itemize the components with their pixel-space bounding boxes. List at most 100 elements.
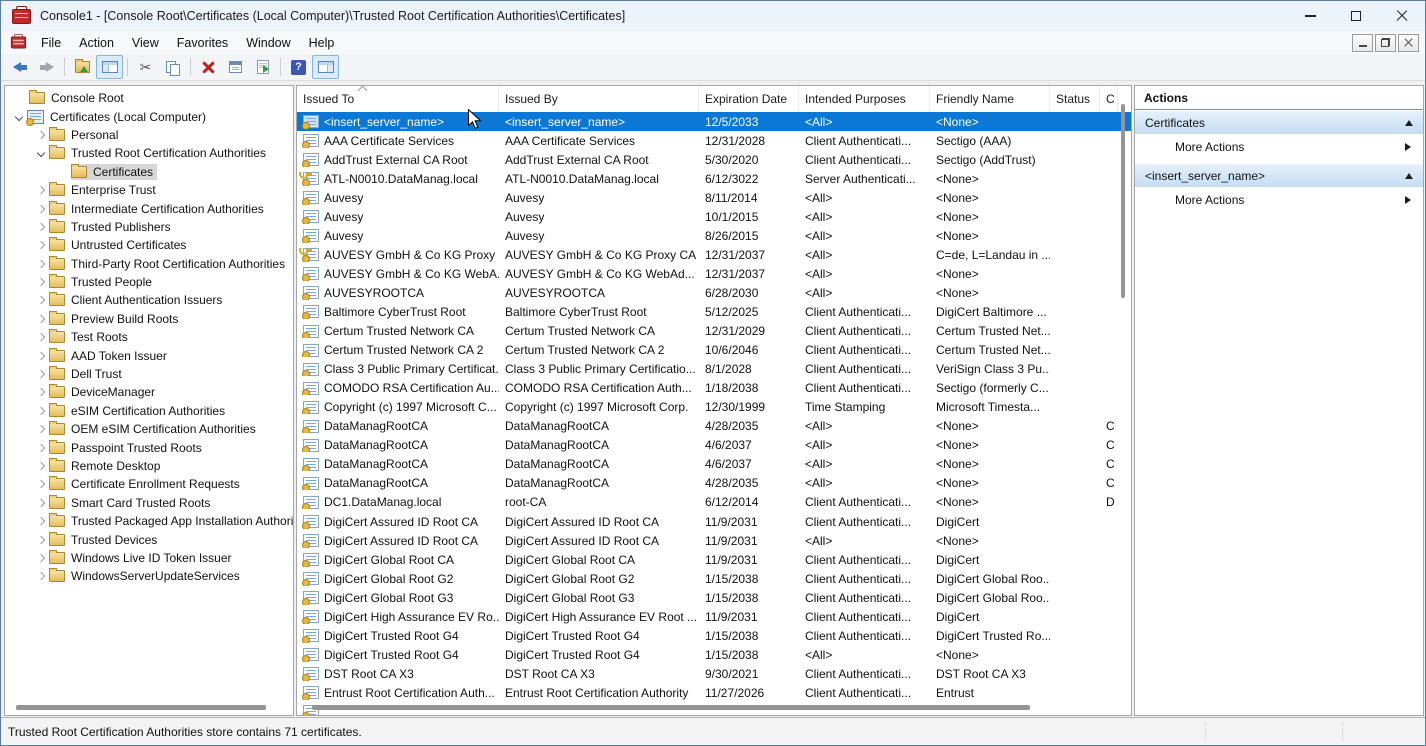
chevron-right-icon[interactable]: [33, 389, 49, 395]
chevron-right-icon[interactable]: [33, 206, 49, 212]
tree-item-dell-trust[interactable]: Dell Trust: [5, 365, 293, 383]
delete-button[interactable]: [195, 55, 222, 79]
menu-item-window[interactable]: Window: [237, 36, 299, 50]
show-console-tree-button[interactable]: [96, 55, 123, 79]
table-row[interactable]: AAA Certificate ServicesAAA Certificate …: [297, 131, 1131, 150]
chevron-right-icon[interactable]: [33, 187, 49, 193]
table-row[interactable]: <insert_server_name><insert_server_name>…: [297, 112, 1131, 131]
table-row[interactable]: DataManagRootCADataManagRootCA4/28/2035<…: [297, 417, 1131, 436]
tree-item-trusted-publishers[interactable]: Trusted Publishers: [5, 218, 293, 236]
menu-item-file[interactable]: File: [32, 36, 70, 50]
menu-item-favorites[interactable]: Favorites: [168, 36, 237, 50]
chevron-right-icon[interactable]: [33, 445, 49, 451]
mdi-restore-button[interactable]: [1375, 34, 1396, 52]
table-row[interactable]: DataManagRootCADataManagRootCA4/6/2037<A…: [297, 436, 1131, 455]
copy-button[interactable]: [159, 55, 186, 79]
help-button[interactable]: ?: [285, 55, 312, 79]
chevron-right-icon[interactable]: [33, 408, 49, 414]
table-row[interactable]: DataManagRootCADataManagRootCA4/28/2035<…: [297, 474, 1131, 493]
back-button[interactable]: [6, 55, 33, 79]
chevron-right-icon[interactable]: [33, 297, 49, 303]
chevron-right-icon[interactable]: [33, 371, 49, 377]
close-button[interactable]: [1379, 1, 1425, 31]
tree-item-smart-card-trusted-roots[interactable]: Smart Card Trusted Roots: [5, 494, 293, 512]
chevron-right-icon[interactable]: [33, 334, 49, 340]
tree-item-devicemanager[interactable]: DeviceManager: [5, 383, 293, 401]
tree-item-untrusted-certificates[interactable]: Untrusted Certificates: [5, 236, 293, 254]
tree-item-certificates-local-computer[interactable]: Certificates (Local Computer): [5, 107, 293, 125]
show-action-pane-button[interactable]: [312, 55, 339, 79]
tree-item-trusted-people[interactable]: Trusted People: [5, 273, 293, 291]
actions-section-header[interactable]: Certificates: [1135, 111, 1423, 134]
list-hscrollbar[interactable]: [312, 705, 1030, 710]
table-row[interactable]: ATL-N0010.DataManag.localATL-N0010.DataM…: [297, 169, 1131, 188]
tree-item-certificate-enrollment-requests[interactable]: Certificate Enrollment Requests: [5, 475, 293, 493]
table-row[interactable]: DC1.DataManag.localroot-CA6/12/2014Clien…: [297, 493, 1131, 512]
tree-item-preview-build-roots[interactable]: Preview Build Roots: [5, 310, 293, 328]
chevron-down-icon[interactable]: [33, 150, 49, 156]
tree-item-third-party-root-certification-authorities[interactable]: Third-Party Root Certification Authoriti…: [5, 255, 293, 273]
tree-item-windows-live-id-token-issuer[interactable]: Windows Live ID Token Issuer: [5, 549, 293, 567]
chevron-right-icon[interactable]: [33, 481, 49, 487]
table-row[interactable]: Baltimore CyberTrust RootBaltimore Cyber…: [297, 302, 1131, 321]
tree-item-intermediate-certification-authorities[interactable]: Intermediate Certification Authorities: [5, 199, 293, 217]
table-row[interactable]: DigiCert Global Root G3DigiCert Global R…: [297, 588, 1131, 607]
table-row[interactable]: DigiCert Global Root CADigiCert Global R…: [297, 550, 1131, 569]
mdi-close-button[interactable]: [1398, 34, 1419, 52]
properties-button[interactable]: [222, 55, 249, 79]
tree-item-client-authentication-issuers[interactable]: Client Authentication Issuers: [5, 291, 293, 309]
tree-item-trusted-devices[interactable]: Trusted Devices: [5, 530, 293, 548]
table-row[interactable]: DST Root CA X3DST Root CA X39/30/2021Cli…: [297, 664, 1131, 683]
more-actions-item[interactable]: More Actions: [1135, 134, 1423, 160]
tree-item-remote-desktop[interactable]: Remote Desktop: [5, 457, 293, 475]
column-header-status[interactable]: Status: [1050, 86, 1100, 112]
more-actions-item[interactable]: More Actions: [1135, 187, 1423, 213]
table-row[interactable]: AUVESY GmbH & Co KG WebA...AUVESY GmbH &…: [297, 264, 1131, 283]
column-header-expiration-date[interactable]: Expiration Date: [699, 86, 799, 112]
table-row[interactable]: AuvesyAuvesy8/11/2014<All><None>: [297, 188, 1131, 207]
column-header-friendly-name[interactable]: Friendly Name: [930, 86, 1050, 112]
table-row[interactable]: Certum Trusted Network CA 2Certum Truste…: [297, 341, 1131, 360]
mdi-minimize-button[interactable]: [1352, 34, 1373, 52]
chevron-right-icon[interactable]: [33, 500, 49, 506]
column-header-issued-by[interactable]: Issued By: [499, 86, 699, 112]
menu-item-help[interactable]: Help: [300, 36, 344, 50]
maximize-button[interactable]: [1333, 1, 1379, 31]
chevron-right-icon[interactable]: [33, 279, 49, 285]
chevron-right-icon[interactable]: [33, 261, 49, 267]
table-row[interactable]: DigiCert Assured ID Root CADigiCert Assu…: [297, 512, 1131, 531]
chevron-right-icon[interactable]: [33, 463, 49, 469]
table-row[interactable]: DigiCert Assured ID Root CADigiCert Assu…: [297, 531, 1131, 550]
table-row[interactable]: DigiCert Trusted Root G4DigiCert Trusted…: [297, 645, 1131, 664]
chevron-right-icon[interactable]: [33, 353, 49, 359]
chevron-right-icon[interactable]: [33, 555, 49, 561]
table-row[interactable]: AUVESY GmbH & Co KG Proxy ...AUVESY GmbH…: [297, 245, 1131, 264]
chevron-right-icon[interactable]: [33, 573, 49, 579]
actions-section-header[interactable]: <insert_server_name>: [1135, 164, 1423, 187]
table-row[interactable]: DataManagRootCADataManagRootCA4/6/2037<A…: [297, 455, 1131, 474]
chevron-right-icon[interactable]: [33, 242, 49, 248]
tree-item-passpoint-trusted-roots[interactable]: Passpoint Trusted Roots: [5, 438, 293, 456]
minimize-button[interactable]: [1287, 1, 1333, 31]
tree-item-aad-token-issuer[interactable]: AAD Token Issuer: [5, 346, 293, 364]
menu-item-action[interactable]: Action: [70, 36, 123, 50]
tree-item-windowsserverupdateservices[interactable]: WindowsServerUpdateServices: [5, 567, 293, 585]
table-row[interactable]: Certum Trusted Network CACertum Trusted …: [297, 322, 1131, 341]
list-vscrollbar[interactable]: [1121, 104, 1125, 298]
forward-button[interactable]: [33, 55, 60, 79]
chevron-right-icon[interactable]: [33, 518, 49, 524]
tree-hscrollbar[interactable]: [16, 705, 266, 710]
table-row[interactable]: DigiCert High Assurance EV Ro...DigiCert…: [297, 607, 1131, 626]
tree-item-enterprise-trust[interactable]: Enterprise Trust: [5, 181, 293, 199]
table-row[interactable]: Entrust Root Certification Auth...Entrus…: [297, 683, 1131, 702]
table-row[interactable]: DigiCert Trusted Root G4DigiCert Trusted…: [297, 626, 1131, 645]
table-row[interactable]: AuvesyAuvesy10/1/2015<All><None>: [297, 207, 1131, 226]
export-list-button[interactable]: [249, 55, 276, 79]
table-row[interactable]: AUVESYROOTCAAUVESYROOTCA6/28/2030<All><N…: [297, 283, 1131, 302]
tree-item-console-root[interactable]: Console Root: [5, 89, 293, 107]
tree-item-esim-certification-authorities[interactable]: eSIM Certification Authorities: [5, 402, 293, 420]
column-header-intended-purposes[interactable]: Intended Purposes: [799, 86, 930, 112]
chevron-right-icon[interactable]: [33, 224, 49, 230]
tree-item-test-roots[interactable]: Test Roots: [5, 328, 293, 346]
table-row[interactable]: COMODO RSA Certification Au...COMODO RSA…: [297, 379, 1131, 398]
